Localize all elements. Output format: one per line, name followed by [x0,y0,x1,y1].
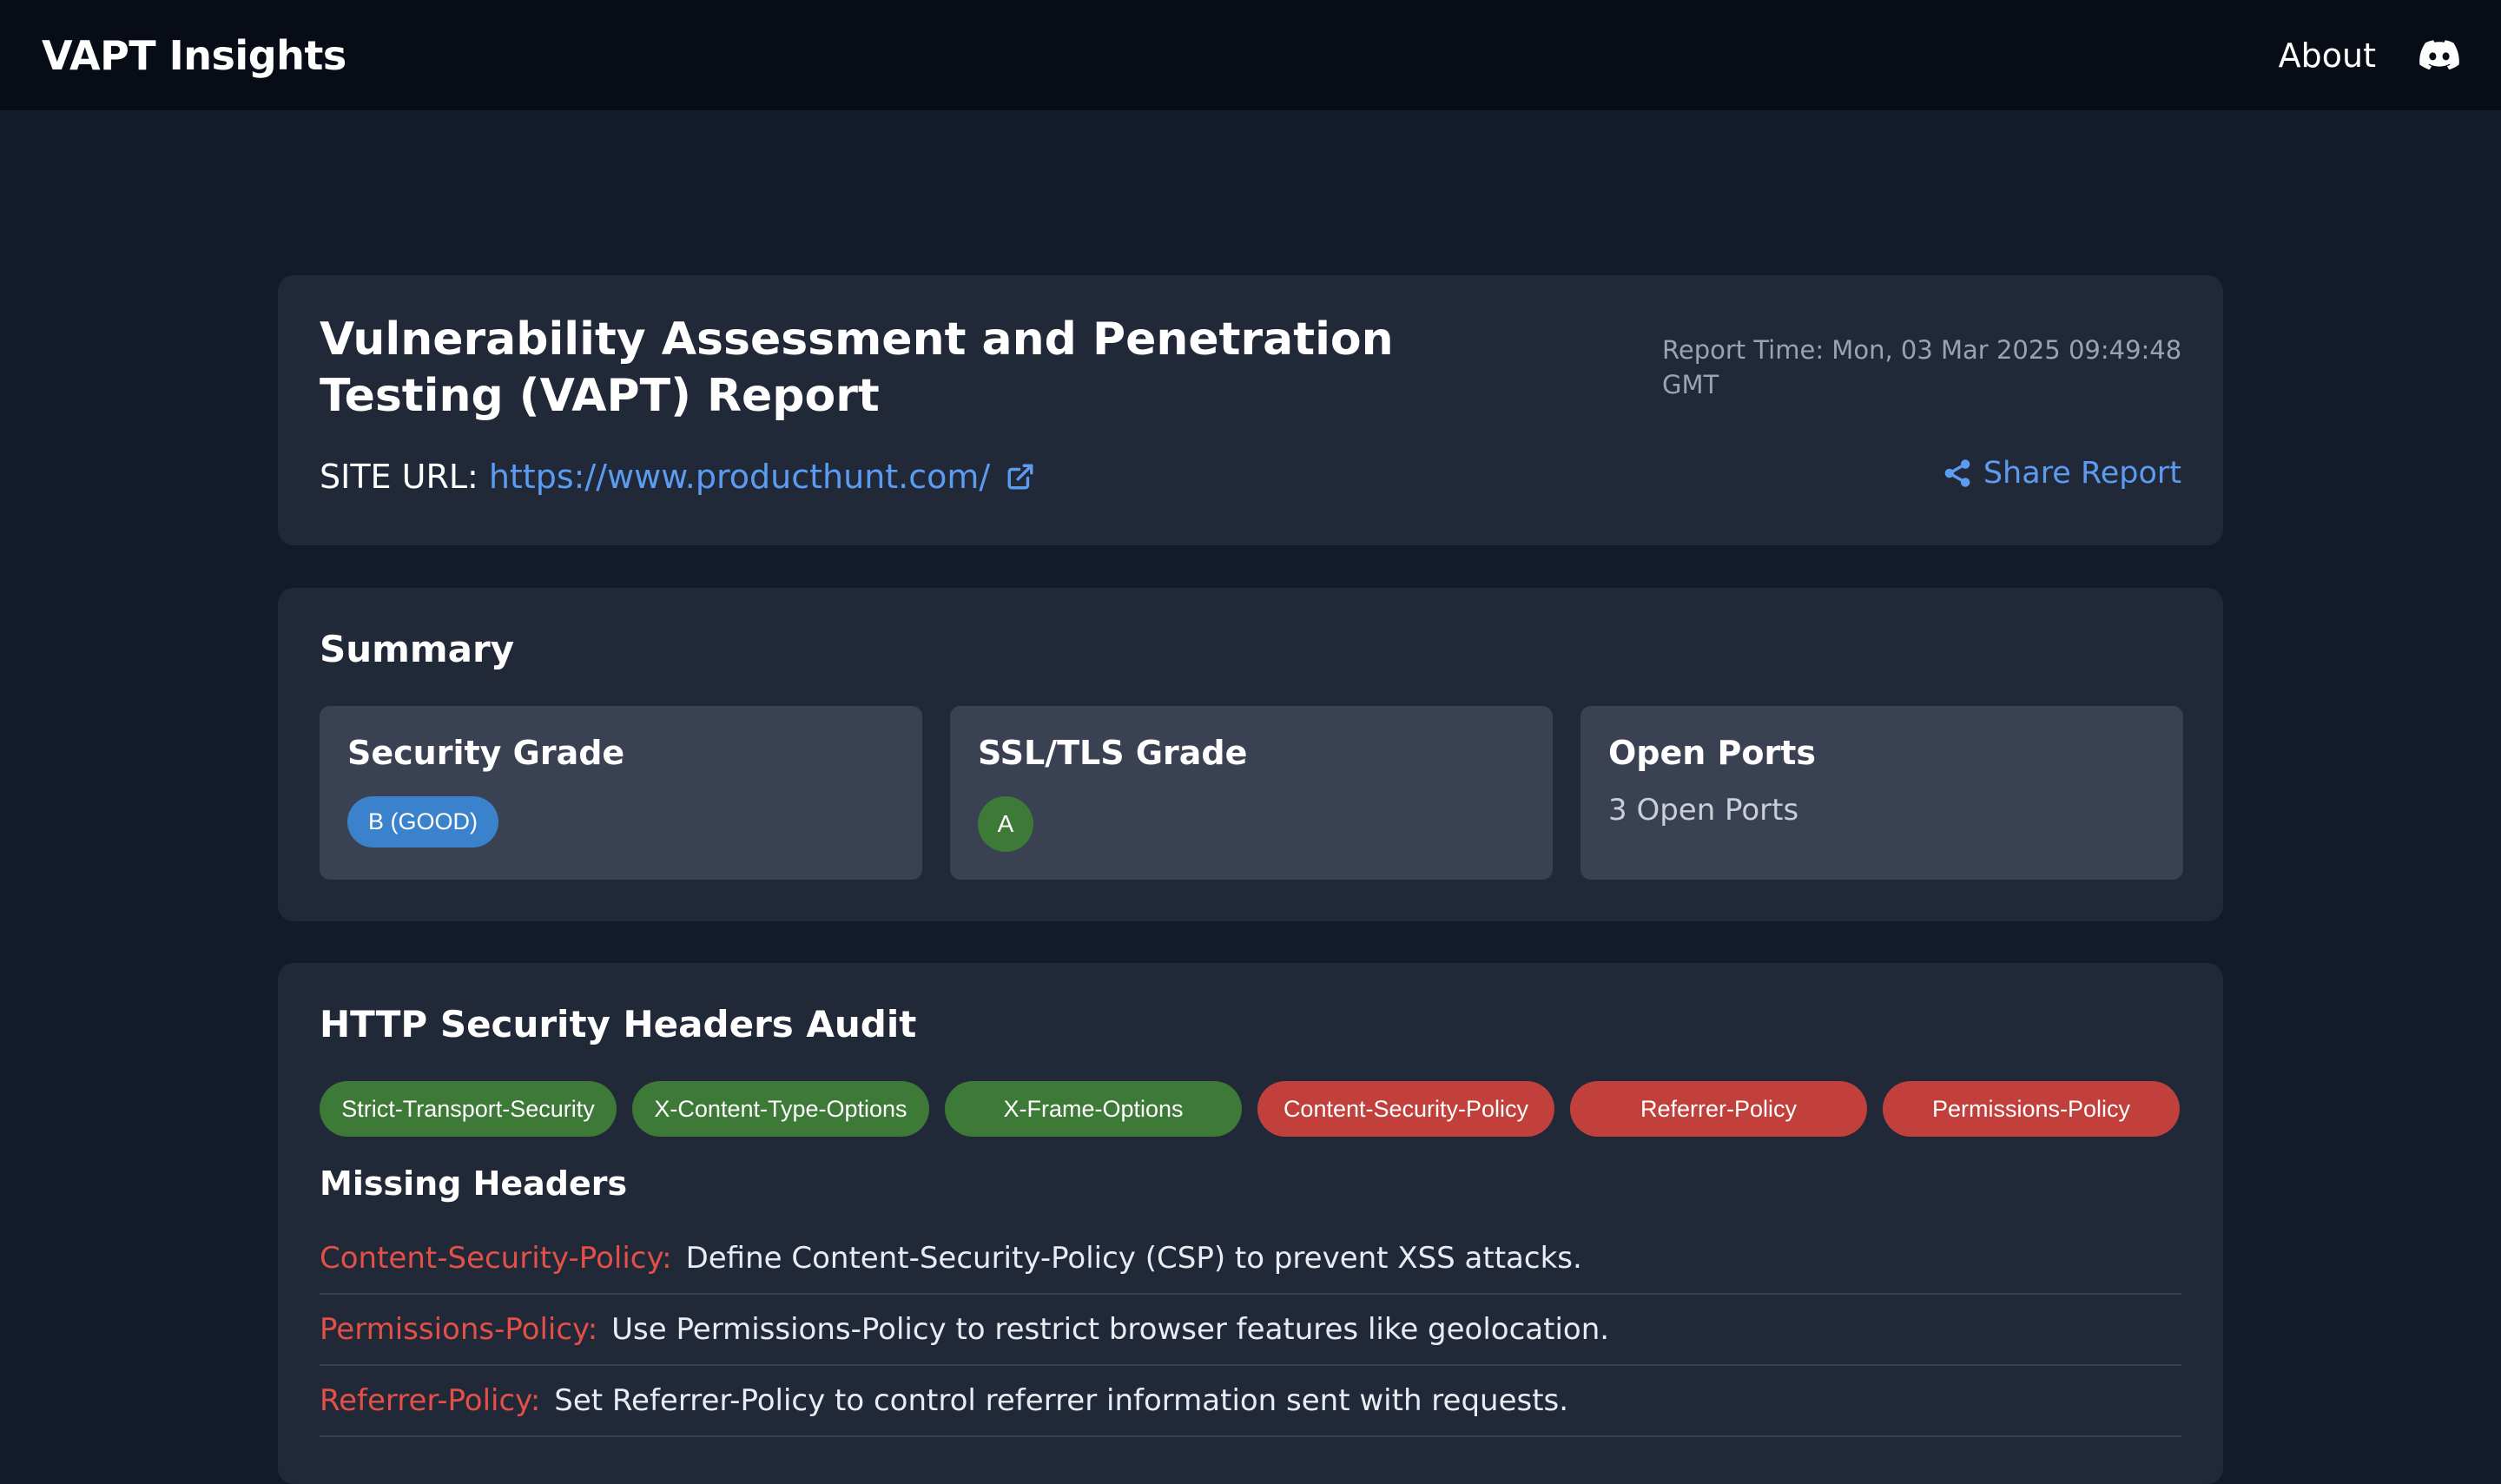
header-chip-content-security-policy[interactable]: Content-Security-Policy [1257,1081,1554,1137]
external-link-icon[interactable] [1006,462,1035,491]
summary-title: Summary [320,628,515,670]
header-chip-strict-transport-security[interactable]: Strict-Transport-Security [320,1081,617,1137]
discord-icon[interactable] [2419,39,2459,71]
header-chip-referrer-policy[interactable]: Referrer-Policy [1570,1081,1867,1137]
header-chip-permissions-policy[interactable]: Permissions-Policy [1883,1081,2180,1137]
ssl-grade-card: SSL/TLS Grade A [950,706,1553,880]
site-url-label: SITE URL: [320,458,478,496]
site-url-link[interactable]: https://www.producthunt.com/ [489,458,990,496]
ssl-grade-label: SSL/TLS Grade [978,734,1248,772]
report-time: Report Time: Mon, 03 Mar 2025 09:49:48 G… [1662,335,2182,399]
security-grade-badge: B (GOOD) [347,796,498,848]
header-chip-x-content-type-options[interactable]: X-Content-Type-Options [632,1081,929,1137]
ssl-grade-badge: A [978,796,1033,852]
report-header-card: Vulnerability Assessment and Penetration… [278,275,2223,545]
missing-header-name: Permissions-Policy: [320,1312,598,1347]
list-item: Content-Security-Policy: Define Content-… [320,1223,2181,1295]
about-link[interactable]: About [2279,36,2376,75]
security-grade-card: Security Grade B (GOOD) [320,706,922,880]
summary-grid: Security Grade B (GOOD) SSL/TLS Grade A … [320,706,2183,880]
top-navbar: VAPT Insights About [0,0,2501,110]
site-url-row: SITE URL: https://www.producthunt.com/ [320,458,1035,496]
report-title: Vulnerability Assessment and Penetration… [320,313,1394,422]
headers-audit-card: HTTP Security Headers Audit Strict-Trans… [278,963,2223,1484]
headers-audit-title: HTTP Security Headers Audit [320,1003,917,1045]
list-item: Permissions-Policy: Use Permissions-Poli… [320,1295,2181,1366]
list-item: Referrer-Policy: Set Referrer-Policy to … [320,1366,2181,1437]
security-grade-label: Security Grade [347,734,625,772]
missing-header-desc: Use Permissions-Policy to restrict brows… [611,1312,1610,1347]
missing-headers-list: Content-Security-Policy: Define Content-… [320,1223,2181,1437]
missing-header-desc: Define Content-Security-Policy (CSP) to … [685,1241,1582,1276]
header-chips: Strict-Transport-Security X-Content-Type… [320,1081,2180,1137]
missing-header-name: Content-Security-Policy: [320,1241,672,1276]
open-ports-card: Open Ports 3 Open Ports [1580,706,2183,880]
share-report-label: Share Report [1983,456,2181,491]
share-icon [1944,459,1970,487]
summary-card: Summary Security Grade B (GOOD) SSL/TLS … [278,588,2223,921]
header-chip-x-frame-options[interactable]: X-Frame-Options [945,1081,1242,1137]
missing-headers-title: Missing Headers [320,1164,628,1203]
share-report-button[interactable]: Share Report [1943,456,2181,491]
missing-header-name: Referrer-Policy: [320,1383,541,1418]
brand-logo[interactable]: VAPT Insights [42,32,346,79]
missing-header-desc: Set Referrer-Policy to control referrer … [554,1383,1569,1418]
nav-links: About [2279,36,2459,75]
open-ports-label: Open Ports [1608,734,1817,772]
open-ports-value: 3 Open Ports [1608,793,1799,828]
